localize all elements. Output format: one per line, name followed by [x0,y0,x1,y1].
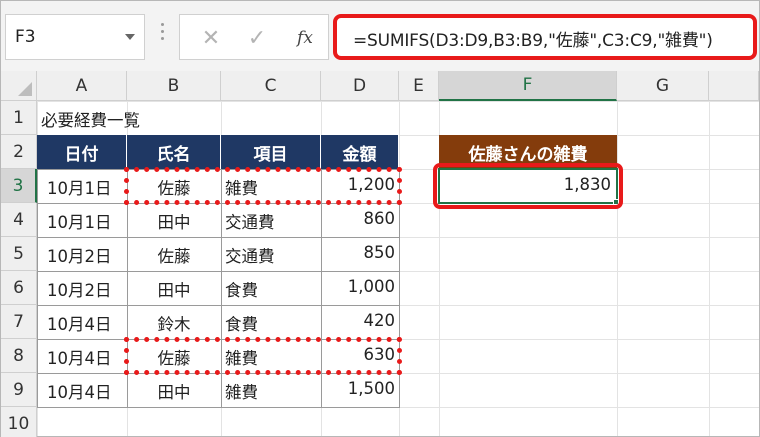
column-header-e[interactable]: E [399,71,439,101]
row-header-6[interactable]: 6 [1,271,37,305]
row-header-3[interactable]: 3 [1,169,37,203]
gridline-vertical [439,71,440,436]
formula-input[interactable]: =SUMIFS(D3:D9,B3:B9,"佐藤",C3:C9,"雑費") [333,14,757,60]
column-header-d[interactable]: D [321,71,399,101]
table-cell-border [127,237,222,272]
select-all-corner[interactable] [1,71,37,101]
table-header-d[interactable]: 金額 [321,135,399,169]
insert-function-button[interactable]: fx [288,23,322,53]
table-cell-border [127,373,222,408]
table-cell-border [321,237,400,272]
table-cell-border [37,237,128,272]
row-header-2[interactable]: 2 [1,135,37,169]
column-header-filler [709,71,759,101]
row-header-5[interactable]: 5 [1,237,37,271]
table-header-b[interactable]: 氏名 [127,135,221,169]
select-all-triangle-icon [18,82,32,96]
matching-row-highlight [124,337,402,375]
table-header-a[interactable]: 日付 [37,135,127,169]
table-cell-border [127,203,222,238]
table-cell-border [221,305,322,340]
table-cell-border [37,169,128,204]
chevron-down-icon[interactable] [125,34,135,40]
table-cell-border [321,373,400,408]
table-cell-border [37,373,128,408]
formula-bar-area: F3 ✕ ✓ fx =SUMIFS(D3:D9,B3:B9,"佐藤",C3:C9… [1,1,759,71]
table-cell-border [37,271,128,306]
formula-bar-grip[interactable] [161,23,165,49]
table-cell-border [221,373,322,408]
table-cell-border [37,203,128,238]
formula-text: =SUMIFS(D3:D9,B3:B9,"佐藤",C3:C9,"雑費") [353,31,713,51]
column-header-b[interactable]: B [127,71,221,101]
gridline-vertical [709,71,710,436]
name-box[interactable]: F3 [5,14,145,60]
table-cell-border [127,271,222,306]
result-highlight-box [433,163,623,209]
table-cell-border [221,271,322,306]
table-cell-border [221,203,322,238]
row-header-10[interactable]: 10 [1,407,37,437]
check-icon[interactable]: ✓ [242,23,272,53]
row-header-1[interactable]: 1 [1,101,37,135]
gridline-vertical [617,71,618,436]
matching-row-highlight [124,167,402,205]
row-header-7[interactable]: 7 [1,305,37,339]
column-header-a[interactable]: A [37,71,127,101]
table-cell-border [37,305,128,340]
table-cell-border [127,305,222,340]
table-header-c[interactable]: 項目 [221,135,321,169]
table-cell-border [321,305,400,340]
column-header-c[interactable]: C [221,71,321,101]
table-cell-border [37,339,128,374]
table-cell-border [221,237,322,272]
table-cell-border [321,271,400,306]
sheet-title-cell[interactable]: 必要経費一覧 [41,107,140,131]
column-header-g[interactable]: G [617,71,709,101]
row-header-4[interactable]: 4 [1,203,37,237]
gridline-horizontal [1,101,759,102]
formula-buttons: ✕ ✓ fx [179,14,329,60]
row-header-9[interactable]: 9 [1,373,37,407]
row-header-8[interactable]: 8 [1,339,37,373]
table-cell-border [321,203,400,238]
close-icon[interactable]: ✕ [196,23,226,53]
column-header-f[interactable]: F [439,71,617,101]
name-box-value: F3 [15,27,36,47]
